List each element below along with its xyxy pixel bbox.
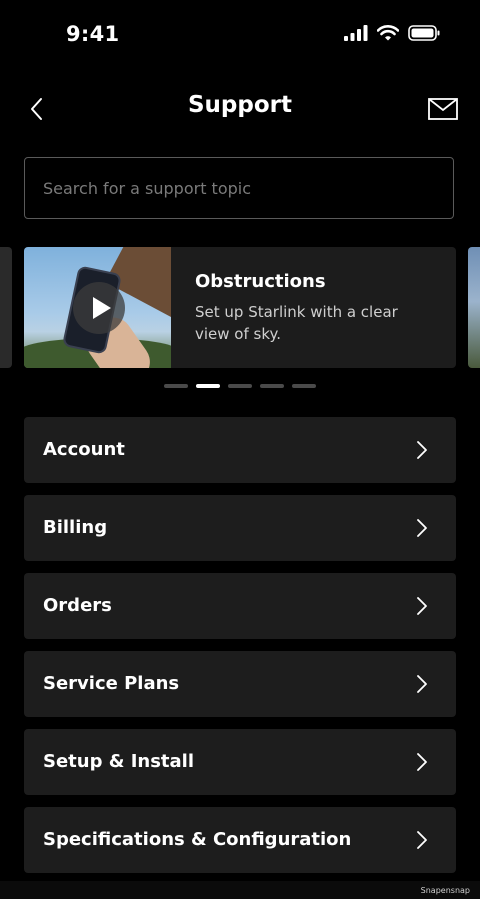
nav-bar: Support <box>0 84 480 134</box>
topic-label: Billing <box>43 517 108 538</box>
watermark: Snapensnap <box>420 886 470 895</box>
status-time: 9:41 <box>66 22 120 46</box>
status-icons <box>344 25 440 41</box>
topic-label: Specifications & Configuration <box>43 829 352 850</box>
search-field[interactable] <box>24 157 454 219</box>
pagination-dot[interactable] <box>260 384 284 388</box>
chevron-right-icon <box>417 597 427 615</box>
support-topic-list: Account Billing Orders Service Plans Setup &… <box>24 417 456 885</box>
video-card-obstructions[interactable]: Obstructions Set up Starlink with a clea… <box>24 247 456 368</box>
battery-icon <box>408 25 440 41</box>
pagination-dot[interactable] <box>228 384 252 388</box>
topic-label: Account <box>43 439 125 460</box>
pagination-dot[interactable] <box>196 384 220 388</box>
chevron-right-icon <box>417 831 427 849</box>
topic-label: Setup & Install <box>43 751 195 772</box>
bottom-bar <box>0 881 480 899</box>
card-title: Obstructions <box>195 271 326 292</box>
wifi-icon <box>377 25 399 41</box>
topic-label: Orders <box>43 595 112 616</box>
topic-row[interactable]: Setup & Install <box>24 729 456 795</box>
topic-row[interactable]: Specifications & Configuration <box>24 807 456 873</box>
carousel-prev-card[interactable] <box>0 247 12 368</box>
carousel-next-card[interactable] <box>468 247 480 368</box>
topic-row[interactable]: Service Plans <box>24 651 456 717</box>
play-icon[interactable] <box>73 282 125 334</box>
carousel-pagination <box>0 384 480 388</box>
topic-row[interactable]: Orders <box>24 573 456 639</box>
mail-icon[interactable] <box>428 98 458 120</box>
video-thumbnail <box>24 247 171 368</box>
card-description: Set up Starlink with a clear view of sky… <box>195 303 398 343</box>
page-title: Support <box>187 92 292 118</box>
cellular-signal-icon <box>344 25 368 41</box>
chevron-right-icon <box>417 675 427 693</box>
chevron-right-icon <box>417 519 427 537</box>
pagination-dot[interactable] <box>164 384 188 388</box>
topic-label: Service Plans <box>43 673 180 694</box>
topic-row[interactable]: Account <box>24 417 456 483</box>
search-input[interactable] <box>25 158 453 218</box>
pagination-dot[interactable] <box>292 384 316 388</box>
chevron-right-icon <box>417 441 427 459</box>
status-bar: 9:41 <box>0 0 480 70</box>
topic-row[interactable]: Billing <box>24 495 456 561</box>
chevron-right-icon <box>417 753 427 771</box>
